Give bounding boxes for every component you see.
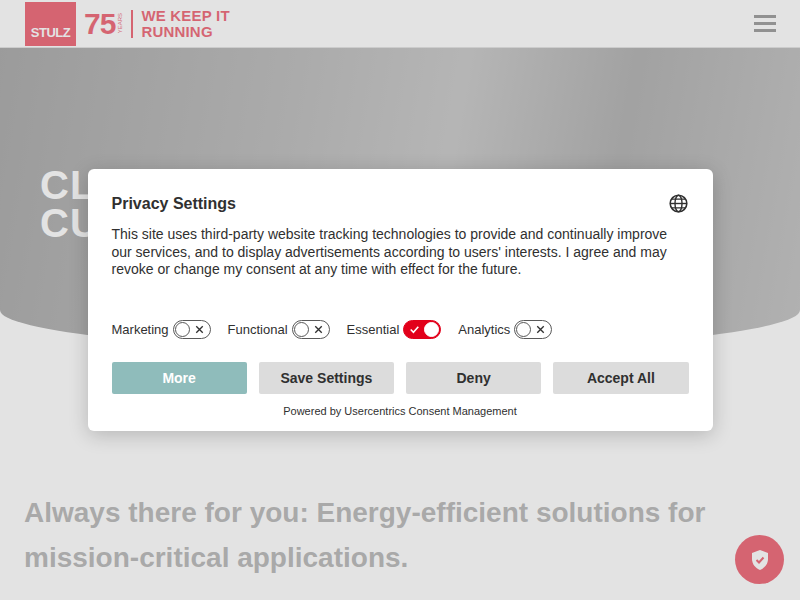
toggle-knob [294,322,309,337]
button-row: More Save Settings Deny Accept All [112,362,689,394]
consent-button[interactable]: Deny [406,362,541,394]
language-globe-icon[interactable] [668,193,689,214]
toggle-label: Functional [228,320,288,340]
toggle-row: Marketing Functional Essential Analytics [112,320,689,340]
consent-button[interactable]: Save Settings [259,362,394,394]
check-icon [408,323,421,336]
cross-icon [312,323,325,336]
cross-icon [193,323,206,336]
toggle-switch[interactable] [514,320,552,339]
toggle-knob [175,322,190,337]
toggle-switch[interactable] [173,320,211,339]
dialog-title: Privacy Settings [112,194,237,213]
toggle-switch[interactable] [292,320,330,339]
toggle-label: Essential [347,320,400,340]
consent-button[interactable]: Accept All [553,362,688,394]
consent-button[interactable]: More [112,362,247,394]
toggle-label: Analytics [458,320,510,340]
toggle-knob [516,322,531,337]
privacy-dialog: Privacy Settings This site uses third-par… [88,169,713,431]
consent-toggle: Marketing [112,320,211,340]
consent-toggle: Essential [347,320,442,340]
modal-backdrop: Privacy Settings This site uses third-par… [0,0,800,600]
toggle-knob [424,322,439,337]
dialog-header: Privacy Settings [112,193,689,214]
consent-toggle: Functional [228,320,330,340]
toggle-label: Marketing [112,320,169,340]
powered-by: Powered by Usercentrics Consent Manageme… [112,403,689,420]
cross-icon [534,323,547,336]
dialog-text: This site uses third-party website track… [112,226,689,279]
toggle-switch[interactable] [403,320,441,339]
consent-toggle: Analytics [458,320,552,340]
